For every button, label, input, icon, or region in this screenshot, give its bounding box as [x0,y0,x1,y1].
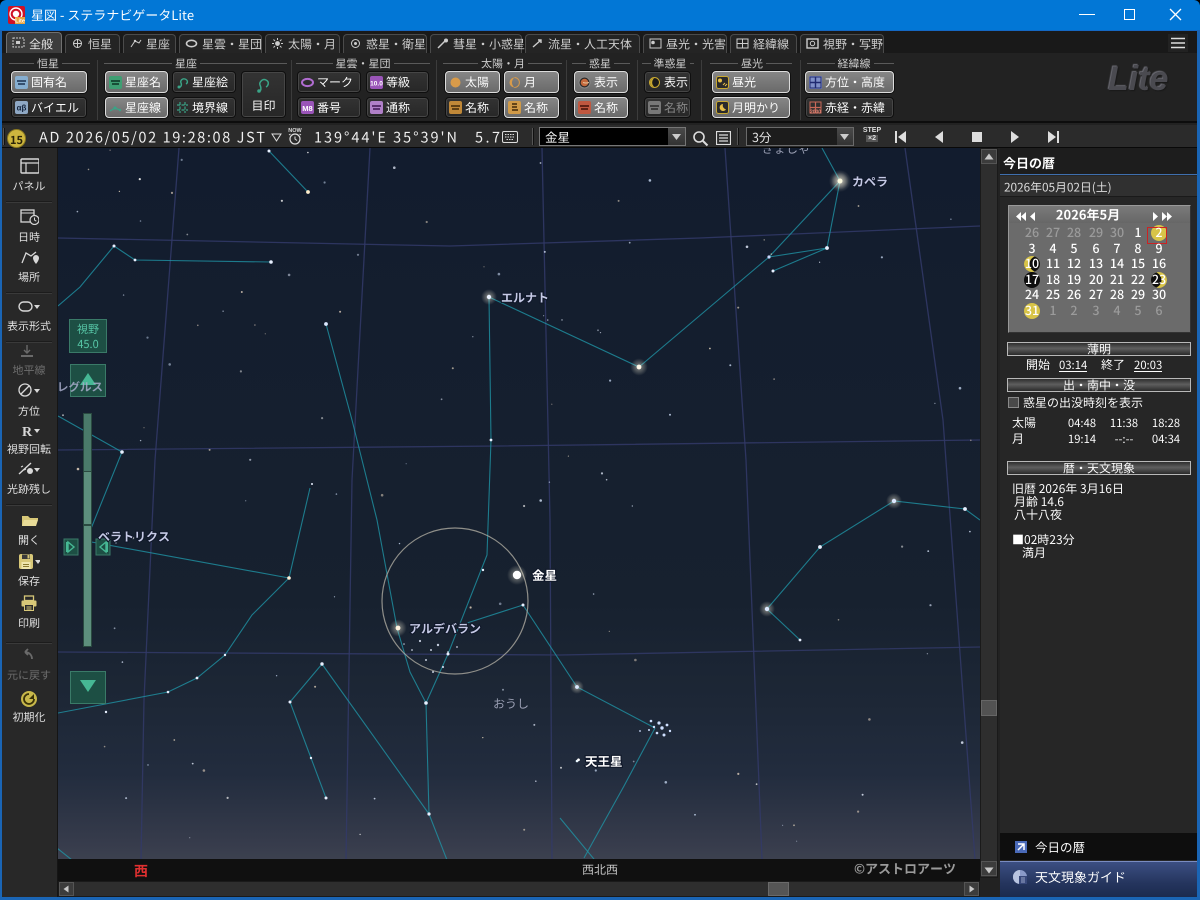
svg-text:αβ: αβ [17,104,27,113]
svg-text:R: R [22,425,33,440]
svg-text:Lite: Lite [15,19,25,24]
svg-text:2000: 2000 [810,110,821,115]
svg-text:10.0: 10.0 [370,80,383,87]
svg-text:NOW: NOW [288,128,302,134]
svg-text:M8: M8 [302,104,312,113]
